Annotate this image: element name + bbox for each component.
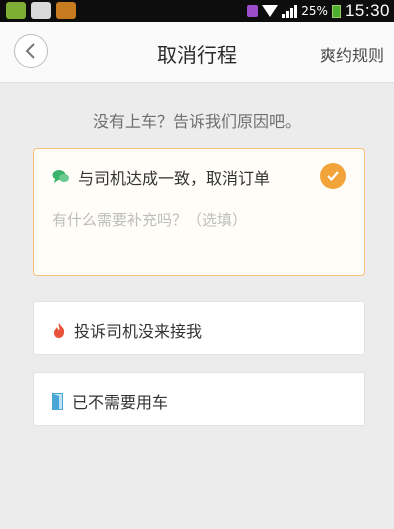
app-notification-icon [56, 2, 76, 19]
status-bar: 25% 15:30 [0, 0, 394, 22]
cancel-reason-prompt: 没有上车？告诉我们原因吧。 [92, 112, 301, 131]
title-bar: 取消行程 爽约规则 [0, 22, 394, 83]
option-row: 投诉司机没来接我 [52, 318, 202, 342]
app-notification-icon [6, 2, 26, 19]
clock: 15:30 [344, 1, 390, 20]
app-badge-icon [247, 5, 259, 17]
reason-option-complain-driver[interactable]: 投诉司机没来接我 [33, 301, 365, 355]
reason-option-no-longer-needed[interactable]: 已不需要用车 [33, 372, 365, 426]
option-label: 已不需要用车 [72, 393, 169, 412]
option-row: 已不需要用车 [52, 389, 168, 413]
chat-bubble-icon [52, 170, 69, 183]
additional-note-input[interactable] [52, 205, 347, 260]
checkmark-icon [320, 163, 346, 189]
option-row: 与司机达成一致，取消订单 [52, 165, 270, 189]
option-label: 与司机达成一致，取消订单 [78, 169, 271, 188]
status-indicators: 25% 15:30 [247, 1, 390, 21]
battery-icon [331, 4, 341, 18]
image-notification-icon [31, 2, 51, 19]
notification-icons [6, 2, 76, 19]
flame-icon [54, 322, 65, 338]
rules-link[interactable]: 爽约规则 [320, 42, 384, 66]
wifi-icon [262, 5, 279, 17]
signal-icon [282, 4, 298, 18]
option-label: 投诉司机没来接我 [74, 322, 203, 341]
door-icon [52, 392, 63, 410]
reason-option-agreed-with-driver[interactable]: 与司机达成一致，取消订单 [33, 148, 365, 276]
battery-percent: 25% [301, 4, 328, 18]
